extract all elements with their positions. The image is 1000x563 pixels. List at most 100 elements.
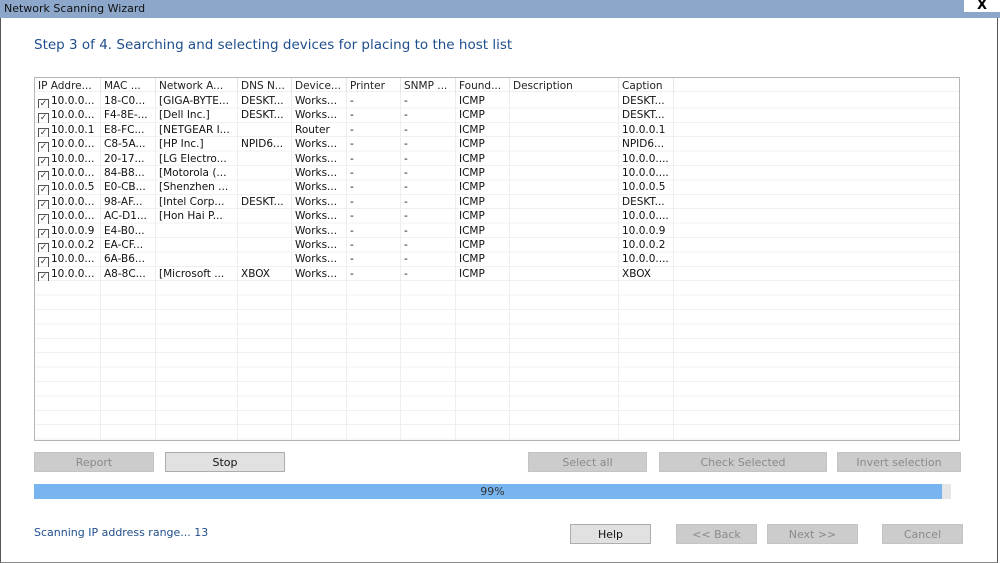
- column-header-description[interactable]: Description: [510, 78, 619, 94]
- table-row[interactable]: ✓ 10.0.0... 84-B8... [Motorola (... Works...…: [35, 166, 959, 181]
- cell-mac: 6A-B6...: [104, 253, 145, 266]
- cell-device-type: Works...: [295, 210, 338, 223]
- cell-network-adapter: [HP Inc.]: [159, 138, 204, 151]
- device-list[interactable]: IP Addre... MAC ... Network A... DNS N... De…: [34, 77, 960, 441]
- ip-text: 10.0.0...: [51, 210, 95, 223]
- cell-dns-name: [238, 224, 292, 238]
- cell-device-type: Works...: [295, 195, 338, 208]
- cell-network-adapter: [NETGEAR I...: [159, 123, 230, 136]
- column-header-snmp[interactable]: SNMP ...: [401, 78, 456, 94]
- row-checkbox[interactable]: ✓: [38, 127, 49, 138]
- cell-dns-name: DESKT...: [241, 95, 284, 107]
- cell-snmp: -: [404, 109, 408, 122]
- table-row[interactable]: ✓ 10.0.0... AC-D1... [Hon Hai P... Works... -…: [35, 209, 959, 224]
- ip-text: 10.0.0.9: [51, 224, 95, 237]
- cell-mac: E0-CB...: [104, 181, 146, 194]
- row-checkbox[interactable]: ✓: [38, 113, 49, 123]
- table-row[interactable]: ✓ 10.0.0... C8-5A... [HP Inc.] NPID6... Works…: [35, 137, 959, 152]
- table-row[interactable]: ✓ 10.0.0.2 EA-CF... Works... - - ICMP 10.0.0.2: [35, 238, 959, 253]
- row-checkbox[interactable]: ✓: [38, 99, 49, 109]
- table-row[interactable]: ✓ 10.0.0.1 E8-FC... [NETGEAR I... Router - - IC…: [35, 123, 959, 138]
- cell-ip-address: ✓ 10.0.0...: [35, 108, 101, 123]
- cell-printer: -: [350, 152, 354, 165]
- table-row[interactable]: ✓ 10.0.0... 18-C0... [GIGA-BYTE... DESKT... W…: [35, 94, 959, 109]
- column-header-caption[interactable]: Caption: [619, 78, 674, 94]
- cell-device-type: Works...: [295, 95, 338, 107]
- row-checkbox[interactable]: ✓: [38, 214, 49, 224]
- cell-device-type: Works...: [295, 224, 338, 237]
- invert-selection-button[interactable]: Invert selection: [837, 452, 961, 472]
- cell-network-adapter: [Shenzhen ...: [159, 181, 229, 194]
- cell-device-type: Works...: [295, 239, 338, 251]
- cancel-button[interactable]: Cancel: [882, 524, 963, 544]
- table-row[interactable]: ✓ 10.0.0.5 E0-CB... [Shenzhen ... Works... - -…: [35, 180, 959, 195]
- row-checkbox[interactable]: ✓: [38, 228, 49, 238]
- row-checkbox[interactable]: ✓: [38, 142, 49, 152]
- window-title: Network Scanning Wizard: [4, 2, 146, 15]
- row-checkbox[interactable]: ✓: [38, 271, 49, 282]
- next-button[interactable]: Next >>: [767, 524, 858, 544]
- cell-dns-name: [238, 123, 292, 137]
- table-row[interactable]: ✓ 10.0.0... A8-8C... [Microsoft ... XBOX Work…: [35, 267, 959, 282]
- cell-dns-name: [238, 238, 292, 252]
- cell-network-adapter: [GIGA-BYTE...: [159, 95, 229, 107]
- column-header-printer[interactable]: Printer: [347, 78, 401, 94]
- row-checkbox[interactable]: ✓: [38, 156, 49, 166]
- cell-dns-name: [238, 209, 292, 223]
- cell-found-by: ICMP: [459, 123, 485, 136]
- cell-description: [510, 180, 619, 194]
- cell-ip-address: ✓ 10.0.0.5: [35, 180, 101, 195]
- table-row[interactable]: ✓ 10.0.0... 98-AF... [Intel Corp... DESKT...…: [35, 195, 959, 210]
- report-button[interactable]: Report: [34, 452, 154, 472]
- cell-found-by: ICMP: [459, 210, 485, 223]
- table-row[interactable]: ✓ 10.0.0... F4-8E-... [Dell Inc.] DESKT... Wo…: [35, 108, 959, 123]
- column-header-ip-address[interactable]: IP Addre...: [35, 78, 101, 94]
- help-button[interactable]: Help: [570, 524, 651, 544]
- cell-printer: -: [350, 210, 354, 223]
- cell-description: [510, 94, 619, 108]
- row-checkbox[interactable]: ✓: [38, 243, 49, 253]
- ip-text: 10.0.0...: [51, 195, 95, 208]
- table-row[interactable]: ✓ 10.0.0.9 E4-B0... Works... - - ICMP 10.0.0.9: [35, 224, 959, 238]
- cell-printer: -: [350, 195, 354, 208]
- ip-text: 10.0.0...: [51, 152, 95, 165]
- column-header-mac[interactable]: MAC ...: [101, 78, 156, 94]
- column-header-found-by[interactable]: Found...: [456, 78, 510, 94]
- cell-dns-name: [238, 152, 292, 166]
- cell-found-by: ICMP: [459, 195, 485, 208]
- cell-caption: DESKT...: [622, 195, 665, 208]
- cell-description: [510, 108, 619, 122]
- step-title: Step 3 of 4. Searching and selecting dev…: [34, 37, 513, 53]
- cell-snmp: -: [404, 210, 408, 223]
- ip-text: 10.0.0...: [51, 138, 95, 151]
- check-selected-button[interactable]: Check Selected: [659, 452, 827, 472]
- progress-bar: 99%: [34, 484, 951, 499]
- cell-snmp: -: [404, 267, 408, 280]
- select-all-button[interactable]: Select all: [528, 452, 647, 472]
- stop-button[interactable]: Stop: [165, 452, 285, 472]
- table-row[interactable]: ✓ 10.0.0... 20-17... [LG Electro... Works...…: [35, 152, 959, 166]
- cell-network-adapter: [Motorola (...: [159, 167, 227, 179]
- cell-found-by: ICMP: [459, 181, 485, 194]
- cell-caption: XBOX: [622, 267, 651, 280]
- cell-found-by: ICMP: [459, 253, 485, 266]
- ip-text: 10.0.0.5: [51, 181, 95, 194]
- column-header-network-adapter[interactable]: Network A...: [156, 78, 238, 94]
- cell-mac: 20-17...: [104, 152, 145, 165]
- cell-network-adapter: [Hon Hai P...: [159, 210, 223, 223]
- table-row[interactable]: ✓ 10.0.0... 6A-B6... Works... - - ICMP 10.0.0..…: [35, 252, 959, 267]
- cell-mac: C8-5A...: [104, 138, 146, 151]
- row-checkbox[interactable]: ✓: [38, 171, 49, 181]
- column-header-dns-name[interactable]: DNS N...: [238, 78, 292, 94]
- cell-found-by: ICMP: [459, 239, 485, 251]
- row-checkbox[interactable]: ✓: [38, 185, 49, 195]
- cell-description: [510, 123, 619, 137]
- back-button[interactable]: << Back: [676, 524, 757, 544]
- cell-dns-name: NPID6...: [241, 138, 284, 151]
- cell-mac: E8-FC...: [104, 123, 145, 136]
- row-checkbox[interactable]: ✓: [38, 257, 49, 267]
- column-header-device-type[interactable]: Device...: [292, 78, 347, 94]
- close-button[interactable]: X: [964, 0, 1000, 12]
- cell-ip-address: ✓ 10.0.0...: [35, 209, 101, 224]
- row-checkbox[interactable]: ✓: [38, 199, 49, 210]
